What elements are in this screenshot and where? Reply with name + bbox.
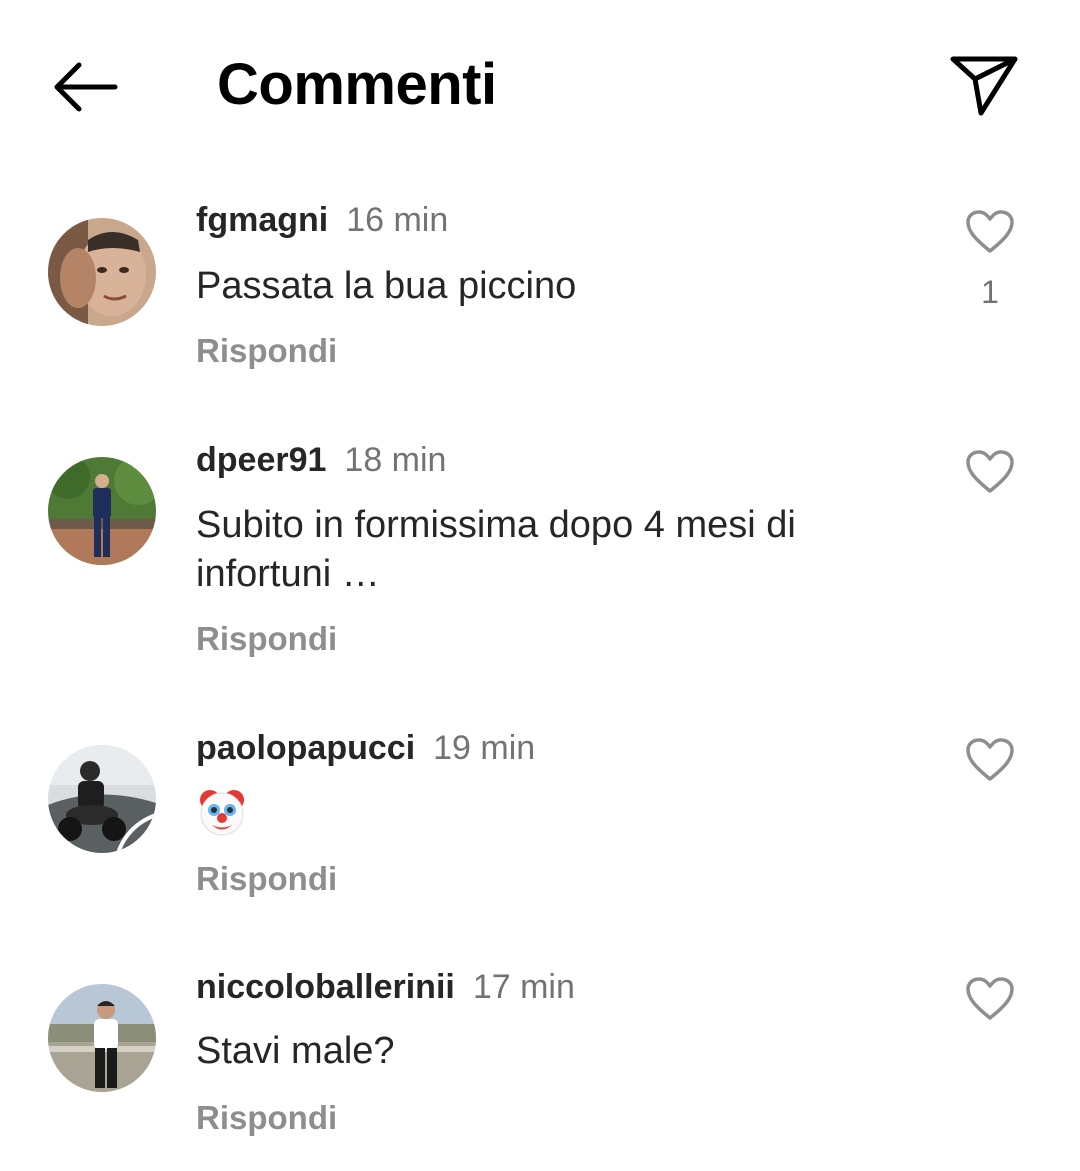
comment-time: 17 min — [472, 968, 575, 1006]
paper-plane-icon — [950, 56, 1018, 116]
avatar[interactable] — [48, 218, 156, 326]
heart-icon — [966, 210, 1014, 253]
comment-time: 19 min — [433, 729, 536, 767]
heart-icon — [966, 738, 1014, 781]
like-button[interactable] — [962, 973, 1018, 1025]
comment-time: 18 min — [344, 441, 447, 479]
reply-button[interactable]: Rispondi — [196, 860, 337, 898]
comment-username[interactable]: paolopapucci — [196, 729, 415, 767]
avatar[interactable] — [48, 745, 156, 853]
like-button[interactable] — [962, 446, 1018, 498]
heart-icon — [966, 977, 1014, 1020]
avatar[interactable] — [48, 984, 156, 1092]
comment-meta: paolopapucci 19 min — [196, 726, 535, 770]
like-button[interactable] — [962, 206, 1018, 258]
comment-username[interactable]: fgmagni — [196, 201, 328, 239]
comment-text: Subito in formissima dopo 4 mesi di info… — [196, 504, 796, 595]
back-button[interactable] — [44, 52, 124, 122]
page-title: Commenti — [217, 52, 497, 117]
arrow-left-icon — [54, 62, 118, 112]
comment-text — [196, 786, 916, 851]
comment-username[interactable]: dpeer91 — [196, 441, 326, 479]
reply-button[interactable]: Rispondi — [196, 620, 337, 658]
heart-icon — [966, 450, 1014, 493]
comment-text: Stavi male? — [196, 1030, 395, 1072]
reply-button[interactable]: Rispondi — [196, 332, 337, 370]
comment-meta: dpeer91 18 min — [196, 438, 446, 482]
avatar[interactable] — [48, 457, 156, 565]
like-button[interactable] — [962, 734, 1018, 786]
comment-meta: niccoloballerinii 17 min — [196, 965, 575, 1009]
comment-text: Passata la bua piccino — [196, 265, 577, 307]
clown-face-emoji — [200, 790, 244, 836]
like-count: 1 — [981, 274, 999, 310]
header: Commenti — [0, 0, 1080, 170]
comment-username[interactable]: niccoloballerinii — [196, 968, 455, 1006]
share-button[interactable] — [944, 50, 1024, 120]
reply-button[interactable]: Rispondi — [196, 1099, 337, 1137]
comment-time: 16 min — [346, 201, 449, 239]
comment-meta: fgmagni 16 min — [196, 198, 448, 242]
